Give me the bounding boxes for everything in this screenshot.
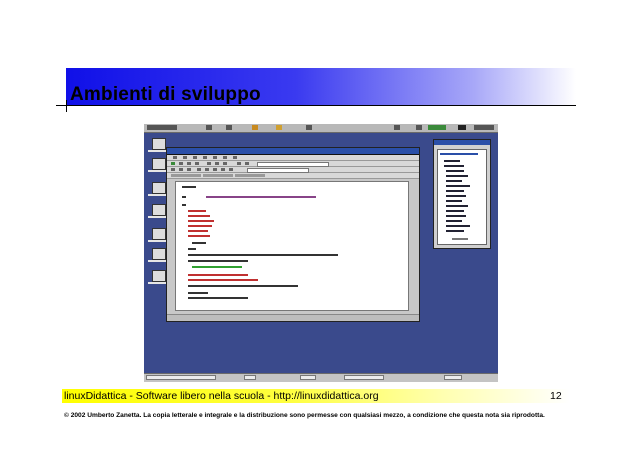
slide-title: Ambienti di sviluppo (70, 84, 261, 105)
copyright-note: © 2002 Umberto Zanetta. La copia lettera… (64, 412, 545, 419)
desktop-icon-label (148, 216, 168, 218)
page-number: 12 (550, 390, 562, 402)
desktop-icon-label (148, 282, 168, 284)
title-rule (56, 105, 576, 106)
code-editor (175, 181, 409, 311)
desktop-icon (152, 204, 166, 216)
desktop-icon-label (148, 150, 168, 152)
desktop-icon-label (148, 194, 168, 196)
desktop-icon (152, 138, 166, 150)
desktop-icon (152, 228, 166, 240)
footer-text: linuxDidattica - Software libero nella s… (64, 390, 379, 402)
tree-titlebar (434, 140, 490, 145)
top-panel (144, 124, 498, 133)
desktop-icon-label (148, 170, 168, 172)
ide-titlebar (167, 148, 419, 155)
desktop-icon-label (148, 240, 168, 242)
ide-statusbar (167, 314, 419, 321)
bottom-panel (144, 373, 498, 382)
desktop-icon (152, 248, 166, 260)
desktop-icon (152, 182, 166, 194)
ide-tabbar (167, 173, 419, 179)
ide-window (166, 147, 420, 322)
desktop-screenshot (144, 124, 498, 382)
desktop-icon (152, 158, 166, 170)
file-tree-window (433, 139, 491, 249)
tree-list (437, 149, 487, 245)
trash-icon (152, 270, 166, 282)
desktop-icon-label (148, 260, 168, 262)
title-tick (66, 100, 67, 112)
